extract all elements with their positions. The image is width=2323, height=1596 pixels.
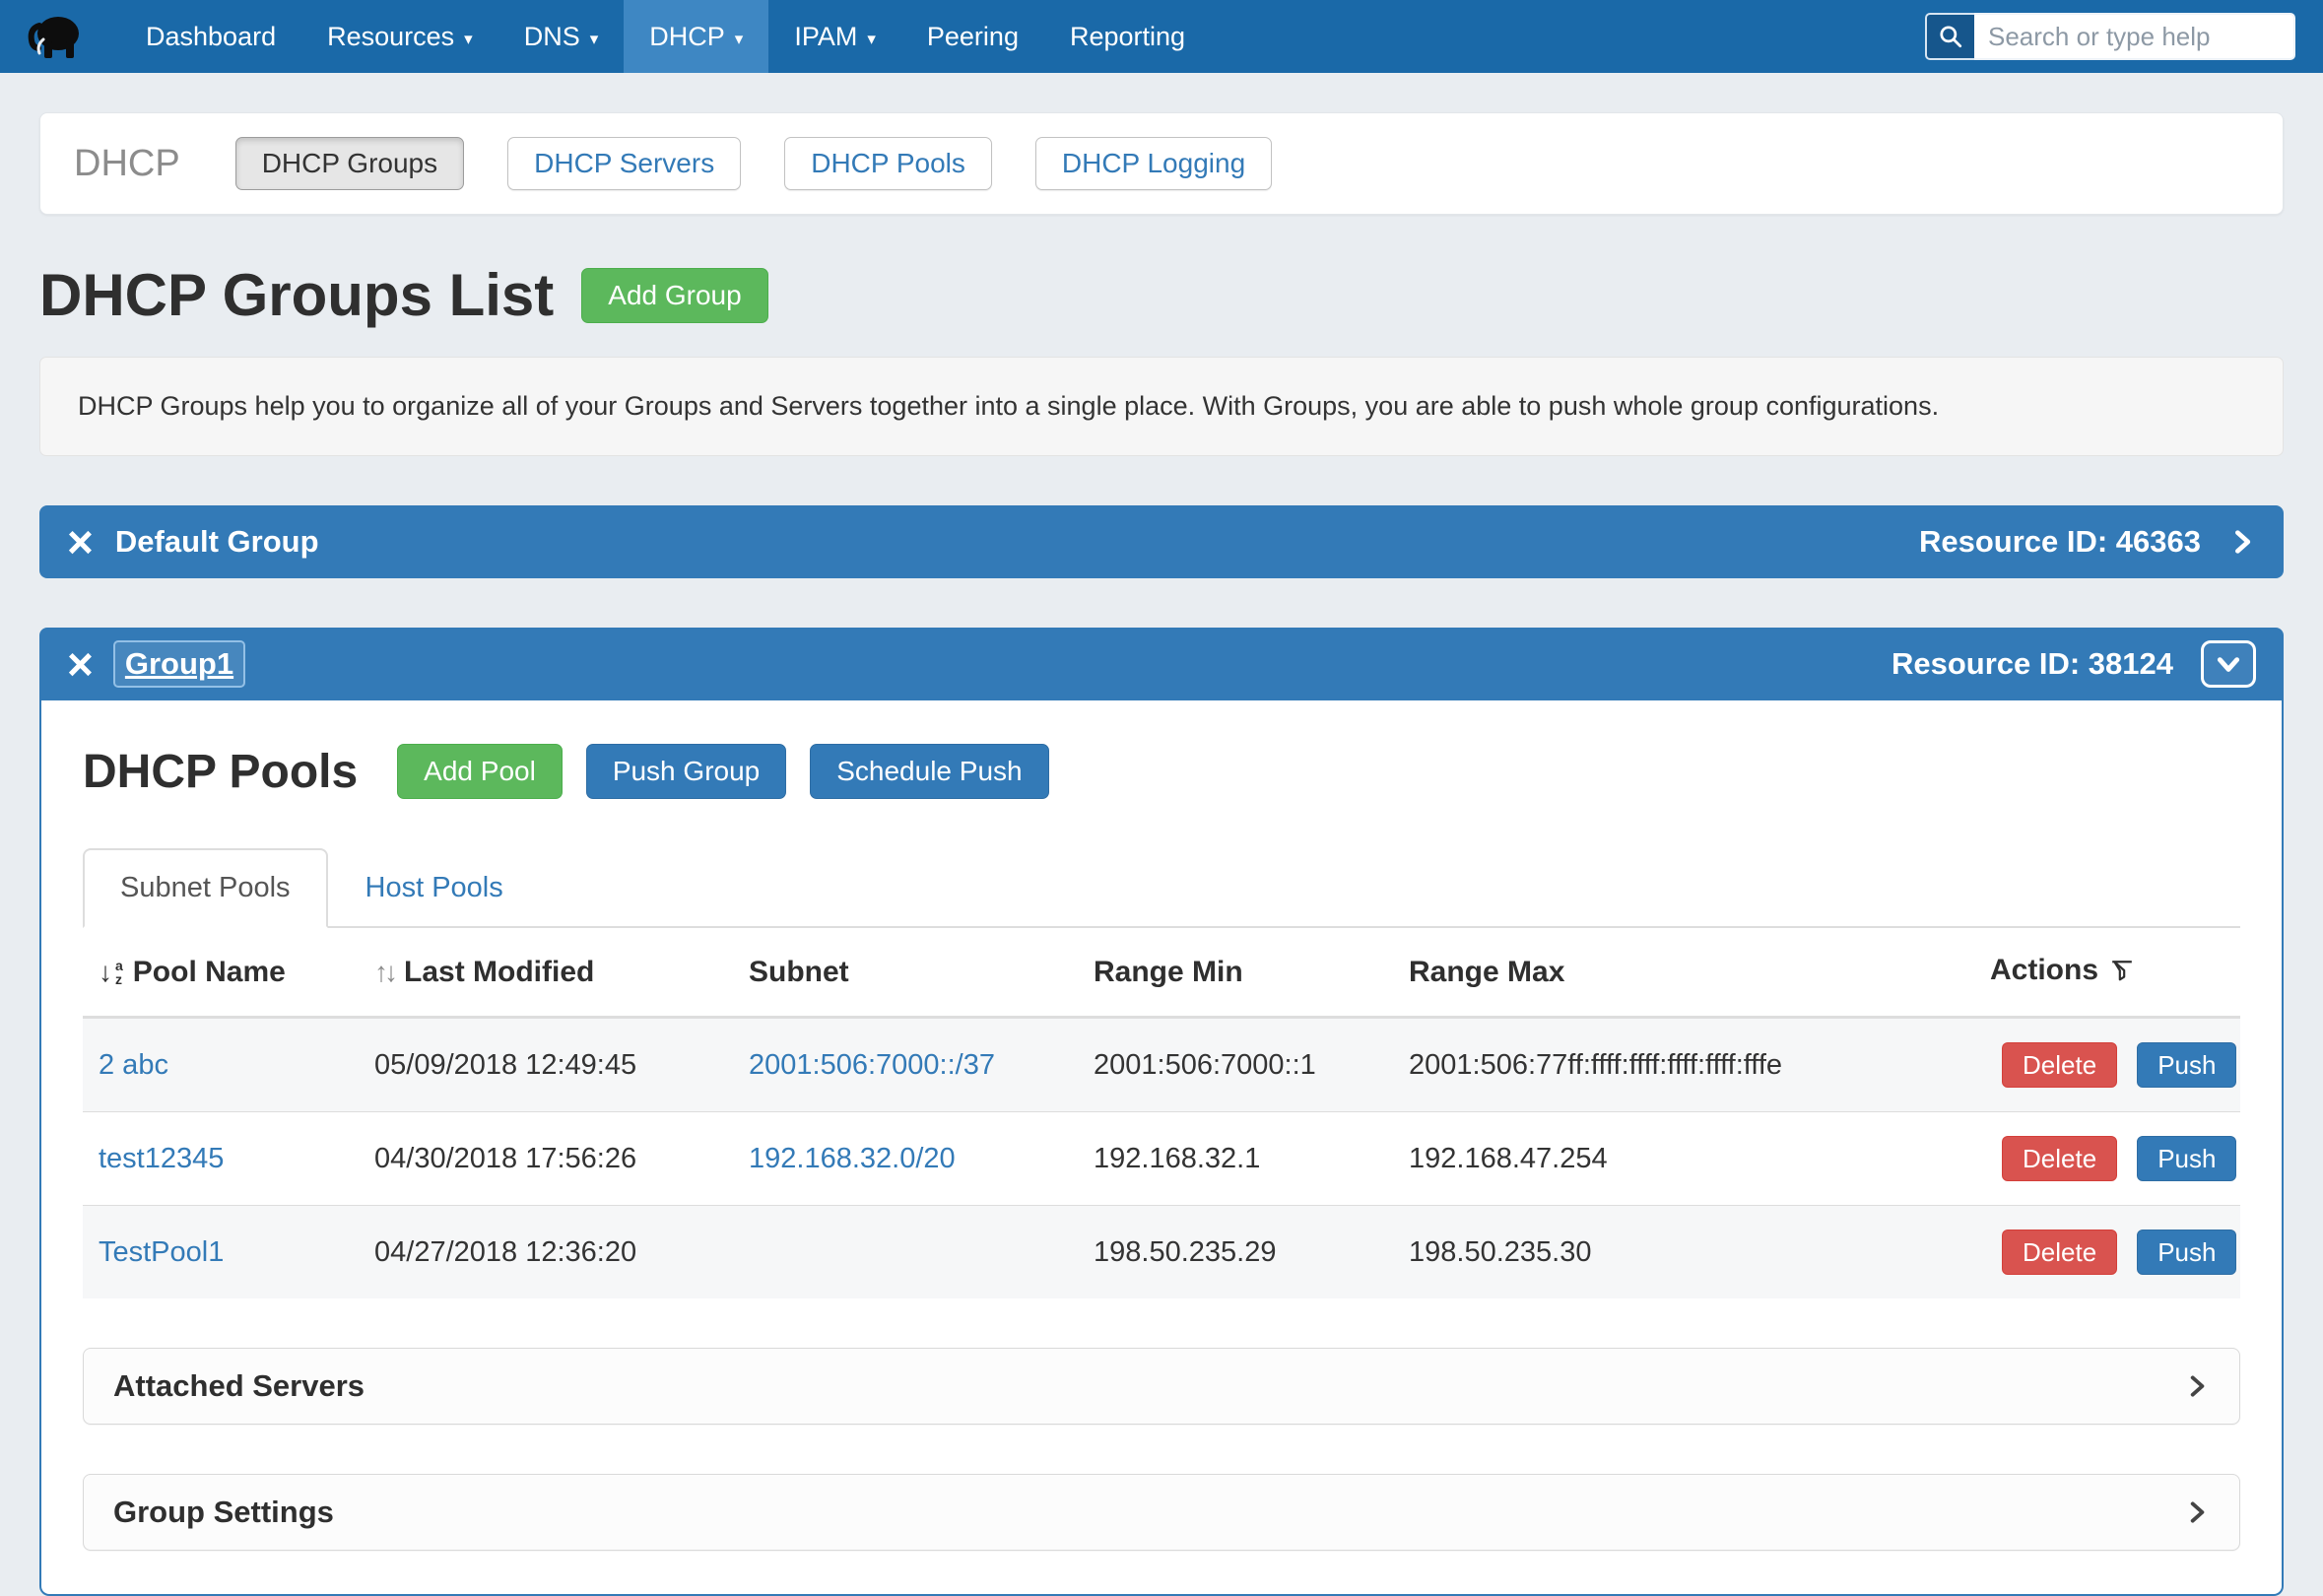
nav-label: Dashboard bbox=[146, 22, 276, 52]
group-bar-group1[interactable]: × Group1 Resource ID: 38124 bbox=[39, 628, 2284, 700]
search-icon[interactable] bbox=[1925, 13, 1974, 60]
group-name: Default Group bbox=[115, 524, 319, 560]
header-pool-name[interactable]: ↓azPool Name bbox=[83, 928, 359, 1018]
pool-name-link[interactable]: test12345 bbox=[99, 1143, 224, 1174]
nav-label: Reporting bbox=[1070, 22, 1185, 52]
delete-button[interactable]: Delete bbox=[2002, 1136, 2117, 1181]
attached-servers-accordion[interactable]: Attached Servers bbox=[83, 1348, 2240, 1425]
push-button[interactable]: Push bbox=[2137, 1230, 2236, 1275]
header-subnet[interactable]: Subnet bbox=[733, 928, 1078, 1018]
caret-down-icon: ▾ bbox=[867, 30, 876, 49]
dhcp-subnav: DHCP DHCP Groups DHCP Servers DHCP Pools… bbox=[39, 112, 2284, 215]
schedule-push-button[interactable]: Schedule Push bbox=[810, 744, 1048, 799]
top-navbar: Dashboard Resources ▾ DNS ▾ DHCP ▾ IPAM … bbox=[0, 0, 2323, 73]
table-row: test12345 04/30/2018 17:56:26 192.168.32… bbox=[83, 1112, 2240, 1206]
header-range-max[interactable]: Range Max bbox=[1393, 928, 1974, 1018]
chevron-right-icon bbox=[2184, 1373, 2210, 1399]
filter-funnel-icon[interactable] bbox=[2110, 957, 2134, 989]
table-row: TestPool1 04/27/2018 12:36:20 198.50.235… bbox=[83, 1206, 2240, 1299]
accordion-label: Attached Servers bbox=[113, 1368, 365, 1404]
nav-item-dhcp[interactable]: DHCP ▾ bbox=[624, 0, 768, 73]
range-min-cell: 198.50.235.29 bbox=[1078, 1206, 1393, 1299]
subnet-cell-empty bbox=[733, 1206, 1078, 1299]
panel-title-row: DHCP Pools Add Pool Push Group Schedule … bbox=[83, 744, 2240, 799]
resource-id-label: Resource ID: 38124 bbox=[1892, 646, 2173, 682]
caret-down-icon: ▾ bbox=[590, 30, 599, 49]
subnet-link[interactable]: 192.168.32.0/20 bbox=[749, 1143, 956, 1174]
nav-item-peering[interactable]: Peering bbox=[901, 0, 1044, 73]
pool-tabs: Subnet Pools Host Pools bbox=[83, 848, 2240, 928]
nav-item-dns[interactable]: DNS ▾ bbox=[498, 0, 625, 73]
push-group-button[interactable]: Push Group bbox=[586, 744, 786, 799]
group-name-link[interactable]: Group1 bbox=[115, 642, 243, 686]
group-bar-default-group[interactable]: × Default Group Resource ID: 46363 bbox=[39, 505, 2284, 578]
range-max-cell: 192.168.47.254 bbox=[1393, 1112, 1974, 1206]
range-min-cell: 192.168.32.1 bbox=[1078, 1112, 1393, 1206]
range-max-cell: 198.50.235.30 bbox=[1393, 1206, 1974, 1299]
range-min-cell: 2001:506:7000::1 bbox=[1078, 1018, 1393, 1112]
range-max-cell: 2001:506:77ff:ffff:ffff:ffff:ffff:fffe bbox=[1393, 1018, 1974, 1112]
description-well: DHCP Groups help you to organize all of … bbox=[39, 357, 2284, 456]
delete-button[interactable]: Delete bbox=[2002, 1042, 2117, 1088]
subnav-button-dhcp-pools[interactable]: DHCP Pools bbox=[784, 137, 992, 190]
group-section-group1: × Group1 Resource ID: 38124 DHCP Pools A… bbox=[39, 628, 2284, 1596]
navbar-search bbox=[1925, 13, 2295, 60]
nav-item-ipam[interactable]: IPAM ▾ bbox=[768, 0, 901, 73]
tab-host-pools[interactable]: Host Pools bbox=[328, 848, 541, 928]
collapse-group-button[interactable] bbox=[2201, 640, 2256, 688]
sort-updown-icon: ↑↓ bbox=[374, 957, 394, 988]
last-modified-cell: 04/27/2018 12:36:20 bbox=[359, 1206, 733, 1299]
caret-down-icon: ▾ bbox=[464, 30, 473, 49]
resource-id-label: Resource ID: 46363 bbox=[1919, 524, 2201, 560]
group1-panel: DHCP Pools Add Pool Push Group Schedule … bbox=[39, 700, 2284, 1596]
search-input[interactable] bbox=[1974, 13, 2295, 60]
delete-button[interactable]: Delete bbox=[2002, 1230, 2117, 1275]
sort-alpha-icon: ↓az bbox=[99, 959, 123, 986]
push-button[interactable]: Push bbox=[2137, 1136, 2236, 1181]
nav-item-dashboard[interactable]: Dashboard bbox=[120, 0, 301, 73]
nav-label: Resources bbox=[327, 22, 454, 52]
add-group-button[interactable]: Add Group bbox=[581, 268, 767, 323]
caret-down-icon: ▾ bbox=[735, 30, 744, 49]
group-settings-accordion[interactable]: Group Settings bbox=[83, 1474, 2240, 1551]
chevron-right-icon bbox=[2184, 1499, 2210, 1525]
nav-label: IPAM bbox=[794, 22, 857, 52]
main-nav: Dashboard Resources ▾ DNS ▾ DHCP ▾ IPAM … bbox=[120, 0, 1211, 73]
chevron-down-icon bbox=[2216, 651, 2241, 677]
pool-name-link[interactable]: TestPool1 bbox=[99, 1236, 224, 1268]
remove-group-icon[interactable]: × bbox=[67, 646, 94, 683]
remove-group-icon[interactable]: × bbox=[67, 524, 94, 561]
subnet-pools-table: ↓azPool Name ↑↓Last Modified Subnet Rang… bbox=[83, 928, 2240, 1298]
header-range-min[interactable]: Range Min bbox=[1078, 928, 1393, 1018]
mammoth-logo-icon[interactable] bbox=[28, 13, 81, 60]
nav-item-reporting[interactable]: Reporting bbox=[1044, 0, 1211, 73]
table-row: 2 abc 05/09/2018 12:49:45 2001:506:7000:… bbox=[83, 1018, 2240, 1112]
push-button[interactable]: Push bbox=[2137, 1042, 2236, 1088]
add-pool-button[interactable]: Add Pool bbox=[397, 744, 563, 799]
table-header-row: ↓azPool Name ↑↓Last Modified Subnet Rang… bbox=[83, 928, 2240, 1018]
panel-title: DHCP Pools bbox=[83, 745, 358, 799]
accordion-label: Group Settings bbox=[113, 1495, 334, 1530]
subnav-button-dhcp-servers[interactable]: DHCP Servers bbox=[507, 137, 741, 190]
nav-label: Peering bbox=[927, 22, 1019, 52]
last-modified-cell: 04/30/2018 17:56:26 bbox=[359, 1112, 733, 1206]
subnav-button-dhcp-groups[interactable]: DHCP Groups bbox=[235, 137, 464, 190]
subnet-link[interactable]: 2001:506:7000::/37 bbox=[749, 1049, 995, 1081]
main-content: DHCP DHCP Groups DHCP Servers DHCP Pools… bbox=[0, 112, 2323, 1596]
header-last-modified[interactable]: ↑↓Last Modified bbox=[359, 928, 733, 1018]
nav-label: DHCP bbox=[649, 22, 725, 52]
pool-name-link[interactable]: 2 abc bbox=[99, 1049, 168, 1081]
description-text: DHCP Groups help you to organize all of … bbox=[78, 391, 1939, 421]
header-actions: Actions bbox=[1974, 928, 2240, 1018]
subnav-button-dhcp-logging[interactable]: DHCP Logging bbox=[1035, 137, 1272, 190]
tab-subnet-pools[interactable]: Subnet Pools bbox=[83, 848, 328, 928]
subnav-title: DHCP bbox=[74, 143, 180, 185]
last-modified-cell: 05/09/2018 12:49:45 bbox=[359, 1018, 733, 1112]
page-heading: DHCP Groups List Add Group bbox=[39, 266, 2284, 325]
nav-item-resources[interactable]: Resources ▾ bbox=[301, 0, 498, 73]
nav-label: DNS bbox=[524, 22, 580, 52]
page-title: DHCP Groups List bbox=[39, 266, 554, 325]
chevron-right-icon[interactable] bbox=[2228, 528, 2256, 556]
